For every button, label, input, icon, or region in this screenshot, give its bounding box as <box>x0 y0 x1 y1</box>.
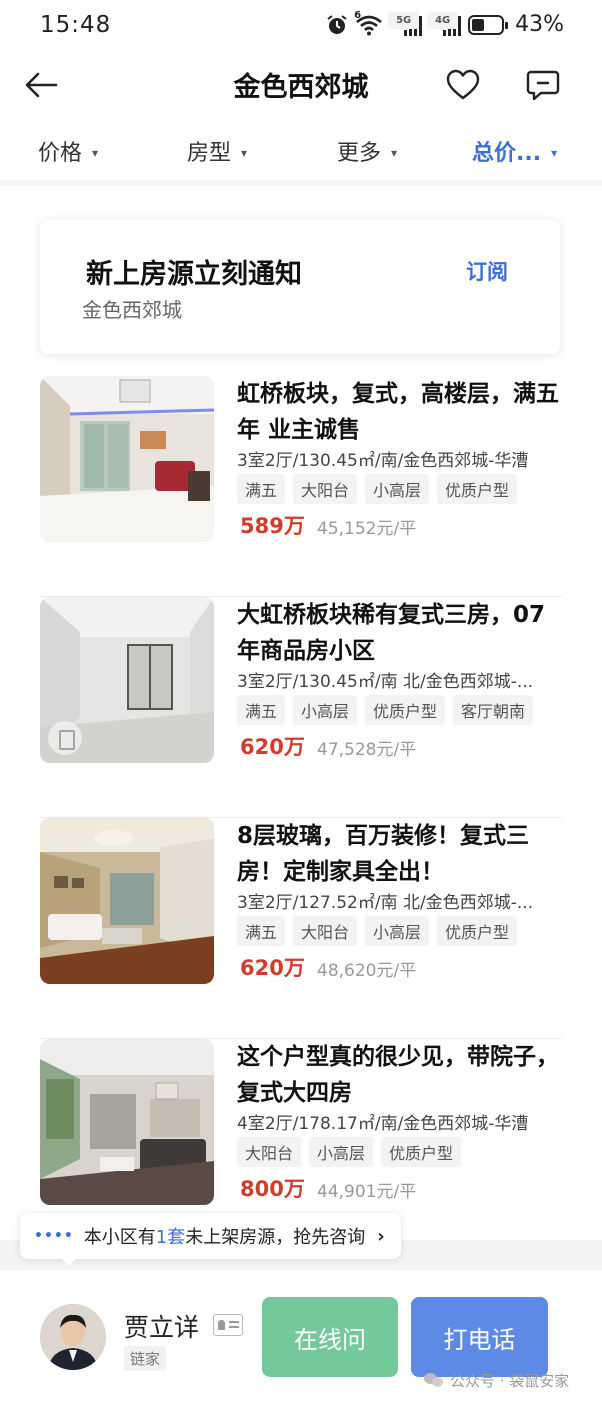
chevron-right-icon: › <box>377 1225 385 1247</box>
listing-tag: 小高层 <box>365 474 430 504</box>
listing-photo <box>40 1039 214 1205</box>
listing-tag: 大阳台 <box>293 916 358 946</box>
wechat-logo-icon <box>424 1372 444 1389</box>
listing-tag: 满五 <box>237 474 286 504</box>
listing-unit-price: 48,620元/平 <box>317 961 417 981</box>
listing-meta: 3室2厅/130.45㎡/南/金色西郊城-华漕 <box>237 451 529 471</box>
battery-fill <box>472 18 485 31</box>
filter-price[interactable]: 价格 ▾ <box>38 135 98 167</box>
battery-percent: 43% <box>515 12 564 37</box>
message-icon <box>526 70 560 101</box>
signal-4g-label: 4G <box>427 11 459 29</box>
favorite-button[interactable] <box>444 67 482 103</box>
watermark-text: 公众号 · 袋鼠安家 <box>450 1372 570 1390</box>
listing-tag: 客厅朝南 <box>453 695 534 725</box>
listing-tag: 优质户型 <box>365 695 446 725</box>
agent-name: 贾立详 <box>124 1313 200 1342</box>
listing-photo <box>40 376 214 542</box>
tip-text: 本小区有1套未上架房源，抢先咨询 <box>84 1223 365 1249</box>
listing-title: 虹桥板块，复式，高楼层，满五年 业主诚售 <box>237 381 559 443</box>
listing-unit-price: 44,901元/平 <box>317 1182 417 1202</box>
listing-title: 8层玻璃，百万装修！复式三房！定制家具全出！ <box>237 823 530 885</box>
heart-icon <box>446 69 480 100</box>
filter-total-price[interactable]: 总价... ▾ <box>472 135 557 167</box>
online-chat-button[interactable]: 在线问 <box>262 1297 398 1377</box>
subscribe-title: 新上房源立刻通知 <box>86 259 302 290</box>
alarm-icon <box>326 14 348 36</box>
filter-bar: 价格 ▾ 房型 ▾ 更多 ▾ 总价... ▾ <box>0 125 602 181</box>
listing-item[interactable]: 8层玻璃，百万装修！复式三房！定制家具全出！ 3室2厅/127.52㎡/南 北/… <box>40 818 562 1039</box>
listing-tag: 满五 <box>237 695 286 725</box>
listing-unit-price: 47,528元/平 <box>317 740 417 760</box>
listing-tag: 大阳台 <box>293 474 358 504</box>
listing-price: 589万 <box>240 514 305 538</box>
subscribe-card: 新上房源立刻通知 金色西郊城 订阅 <box>40 220 560 354</box>
filter-label: 更多 <box>337 141 382 166</box>
listing-meta: 3室2厅/130.45㎡/南 北/金色西郊城-... <box>237 672 534 692</box>
tip-count: 1套 <box>155 1227 186 1248</box>
listing-tag: 满五 <box>237 916 286 946</box>
listing-tag: 小高层 <box>365 916 430 946</box>
agent-company-badge: 链家 <box>124 1346 167 1371</box>
tip-prefix: 本小区有 <box>83 1227 156 1248</box>
listing-item[interactable]: 大虹桥板块稀有复式三房，07年商品房小区 3室2厅/130.45㎡/南 北/金色… <box>40 597 562 818</box>
listing-meta: 4室2厅/178.17㎡/南/金色西郊城-华漕 <box>237 1114 529 1134</box>
status-time: 15:48 <box>40 12 112 38</box>
vr-tour-icon <box>48 721 82 755</box>
divider <box>0 180 602 186</box>
listing-tag: 小高层 <box>293 695 358 725</box>
listing-photo <box>40 818 214 984</box>
chevron-down-icon: ▾ <box>391 146 398 160</box>
signal-5g-icon: 5G <box>388 11 423 36</box>
status-icons: 6 5G 4G 43% <box>326 10 564 37</box>
business-card-icon[interactable] <box>213 1314 243 1336</box>
listing-tag: 优质户型 <box>437 916 518 946</box>
top-nav: 金色西郊城 <box>0 55 602 115</box>
signal-4g-icon: 4G <box>427 11 462 36</box>
call-button[interactable]: 打电话 <box>411 1297 548 1377</box>
watermark: 公众号 · 袋鼠安家 <box>424 1370 569 1391</box>
listing-title: 这个户型真的很少见，带院子，复式大四房 <box>237 1044 559 1106</box>
filter-label: 价格 <box>38 141 83 166</box>
chevron-down-icon: ▾ <box>92 146 99 160</box>
listing-tag: 优质户型 <box>381 1137 462 1167</box>
subscribe-button[interactable]: 订阅 <box>466 256 508 286</box>
listing-tags: 满五 小高层 优质户型 客厅朝南 <box>237 695 534 725</box>
listing-unit-price: 45,152元/平 <box>317 519 417 539</box>
unlisted-consult-tip[interactable]: •••• 本小区有1套未上架房源，抢先咨询 › <box>20 1213 401 1259</box>
tip-suffix: 未上架房源，抢先咨询 <box>185 1227 366 1248</box>
listing-tags: 大阳台 小高层 优质户型 <box>237 1137 462 1167</box>
dots-icon: •••• <box>34 1228 74 1244</box>
chevron-down-icon: ▾ <box>241 146 248 160</box>
page-title: 金色西郊城 <box>233 72 369 103</box>
listing-price: 620万 <box>240 956 305 980</box>
listing-title: 大虹桥板块稀有复式三房，07年商品房小区 <box>237 602 546 664</box>
filter-label: 房型 <box>187 141 232 166</box>
listing-item[interactable]: 虹桥板块，复式，高楼层，满五年 业主诚售 3室2厅/130.45㎡/南/金色西郊… <box>40 376 562 597</box>
chevron-down-icon: ▾ <box>551 146 558 160</box>
filter-more[interactable]: 更多 ▾ <box>337 135 397 167</box>
listing-tag: 小高层 <box>309 1137 374 1167</box>
listing-meta: 3室2厅/127.52㎡/南 北/金色西郊城-... <box>237 893 534 913</box>
listing-price: 620万 <box>240 735 305 759</box>
filter-label: 总价... <box>472 141 542 166</box>
wifi-icon: 6 <box>354 10 383 36</box>
wifi-tag: 6 <box>354 9 362 21</box>
status-bar: 15:48 6 5G 4G 43% <box>0 0 602 54</box>
battery-icon <box>468 14 509 35</box>
filter-layout[interactable]: 房型 ▾ <box>187 135 247 167</box>
avatar[interactable] <box>40 1304 106 1370</box>
listing-tag: 优质户型 <box>437 474 518 504</box>
listing-tag: 大阳台 <box>237 1137 302 1167</box>
message-button[interactable] <box>524 67 562 103</box>
signal-5g-label: 5G <box>388 11 420 29</box>
listing-tags: 满五 大阳台 小高层 优质户型 <box>237 916 518 946</box>
subscribe-subtitle: 金色西郊城 <box>82 298 182 322</box>
listing-price: 800万 <box>240 1177 305 1201</box>
tip-pointer <box>60 1257 78 1266</box>
listing-photo <box>40 597 214 763</box>
listing-tags: 满五 大阳台 小高层 优质户型 <box>237 474 518 504</box>
